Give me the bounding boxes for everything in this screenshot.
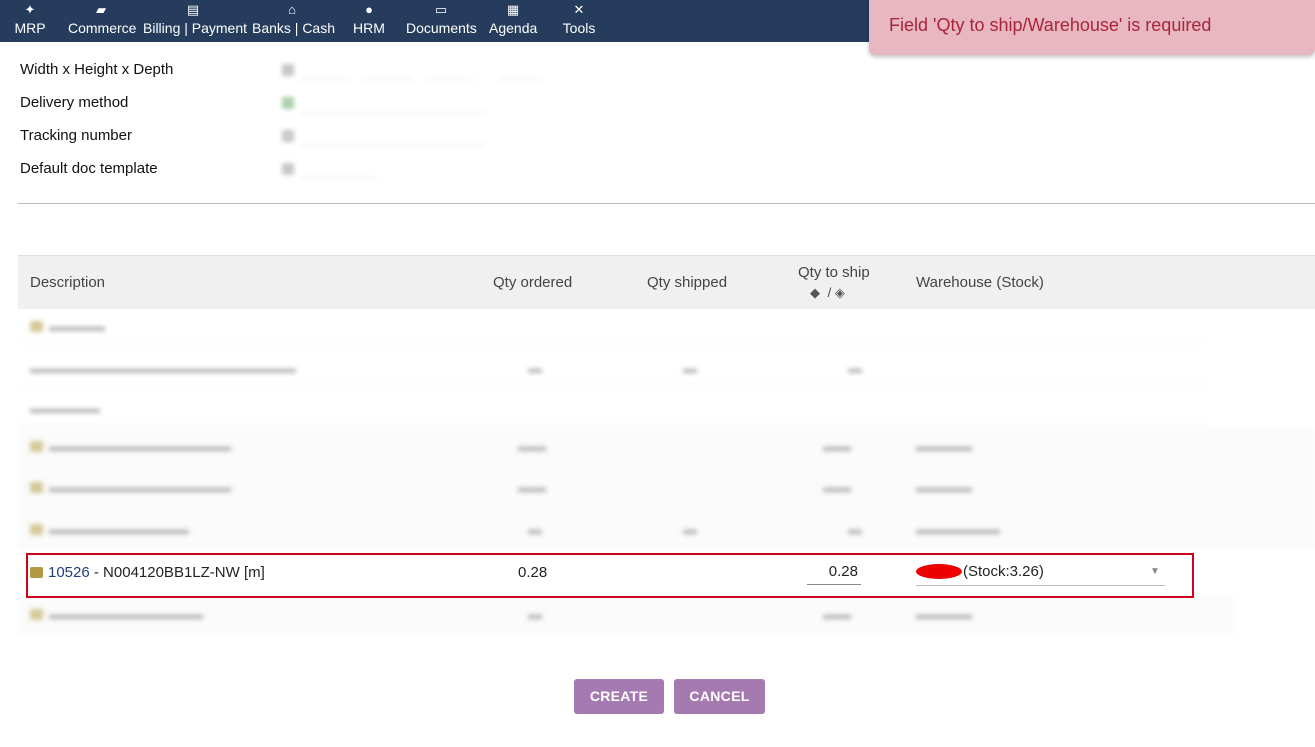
row-description: 10526 - N004120BB1LZ-NW [m] — [30, 564, 265, 581]
table-row: ▬▬▬▬▬▬▬▬▬▬ ▬ ▬ ▬ ▬▬▬▬▬▬ — [18, 509, 1315, 550]
product-box-icon — [30, 567, 43, 578]
table-row: ▬▬▬▬ — [18, 310, 1208, 342]
field-label-doc-template: Default doc template — [20, 160, 158, 177]
table-header: Description Qty ordered Qty shipped Qty … — [18, 255, 1315, 309]
invoice-icon: ▤ — [186, 2, 200, 17]
tools-icon: ✕ — [573, 2, 585, 17]
bank-icon: ⌂ — [288, 2, 296, 17]
table-row: ▬▬▬▬▬▬▬▬▬▬▬▬▬ ▬▬ ▬▬ ▬▬▬▬ — [18, 467, 1315, 507]
menu-item-agenda[interactable]: ▦ Agenda — [489, 0, 537, 42]
user-icon: ● — [365, 2, 373, 17]
table-row: ▬▬▬▬▬▬▬▬▬▬▬▬▬▬▬▬▬▬▬ ▬ ▬ ▬ — [18, 350, 1208, 386]
warehouse-stock: (Stock:3.26) — [963, 563, 1044, 580]
col-warehouse: Warehouse (Stock) — [916, 274, 1044, 291]
col-qty-ordered: Qty ordered — [493, 274, 573, 291]
cubes-icon: ✦ — [24, 2, 36, 17]
table-row: ▬▬▬▬▬▬▬▬▬▬▬▬▬ ▬▬ ▬▬ ▬▬▬▬ — [18, 426, 1315, 466]
create-button[interactable]: CREATE — [574, 679, 664, 714]
qty-to-ship-actions: ◆ / ◈ — [810, 285, 849, 301]
col-description: Description — [30, 274, 106, 291]
menu-item-documents[interactable]: ▭ Documents — [406, 0, 477, 42]
menu-item-commerce[interactable]: ▰ Commerce — [68, 0, 136, 42]
row-qty-ordered: 0.28 — [518, 564, 548, 581]
col-qty-shipped: Qty shipped — [647, 274, 728, 291]
table-row: ▬▬▬▬▬ — [18, 392, 1208, 424]
error-notification[interactable]: Field 'Qty to ship/Warehouse' is require… — [869, 0, 1315, 55]
menu-item-tools[interactable]: ✕ Tools — [561, 0, 597, 42]
chevron-down-icon[interactable]: ▼ — [1150, 566, 1160, 577]
qty-to-ship-input[interactable]: 0.28 — [807, 561, 861, 585]
col-qty-to-ship: Qty to ship — [798, 264, 870, 281]
product-ref-link[interactable]: 10526 — [48, 564, 90, 581]
menu-item-banks-cash[interactable]: ⌂ Banks | Cash — [252, 0, 335, 42]
field-label-delivery-method: Delivery method — [20, 94, 129, 111]
cancel-button[interactable]: CANCEL — [674, 679, 765, 714]
error-message: Field 'Qty to ship/Warehouse' is require… — [889, 15, 1212, 35]
separator: / — [827, 285, 832, 300]
menu-item-billing-payment[interactable]: ▤ Billing | Payment — [143, 0, 247, 42]
redacted-warehouse-name — [916, 564, 962, 579]
calendar-icon: ▦ — [506, 2, 520, 17]
menu-item-mrp[interactable]: ✦ MRP — [12, 0, 48, 42]
field-label-tracking-number: Tracking number — [20, 127, 132, 144]
section-divider — [18, 203, 1315, 204]
fill-bucket-icon[interactable]: ◆ — [810, 285, 824, 301]
folder-open-icon: ▭ — [434, 2, 448, 17]
menu-item-hrm[interactable]: ● HRM — [351, 0, 387, 42]
eraser-icon[interactable]: ◈ — [835, 285, 849, 301]
field-label-dimensions: Width x Height x Depth — [20, 61, 174, 78]
briefcase-icon: ▰ — [96, 2, 106, 17]
table-row: ▬▬▬▬▬▬▬▬▬▬▬ ▬ ▬▬ ▬▬▬▬ — [18, 596, 1233, 634]
product-name: - N004120BB1LZ-NW [m] — [89, 564, 265, 581]
